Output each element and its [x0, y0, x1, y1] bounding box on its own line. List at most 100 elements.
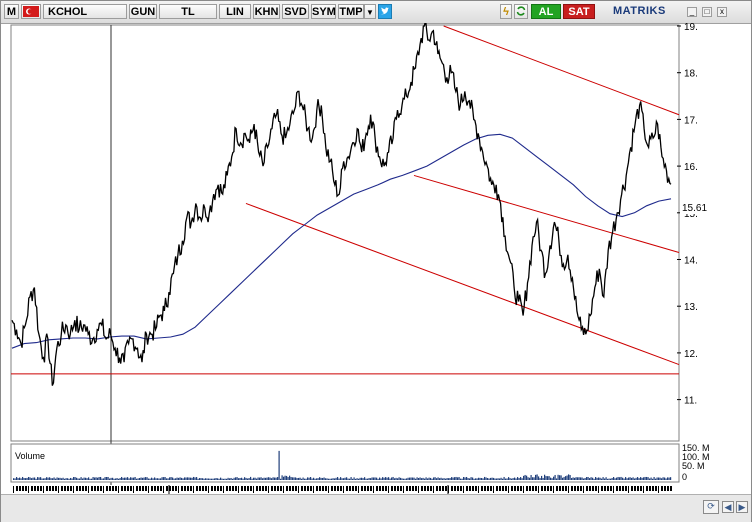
x-day-tick — [256, 486, 258, 491]
x-day-tick — [655, 486, 657, 491]
volume-bar — [610, 478, 612, 480]
refresh-icon[interactable] — [514, 4, 528, 19]
volume-bar — [227, 477, 229, 480]
volume-bar — [440, 477, 442, 480]
buy-button[interactable]: AL — [531, 4, 561, 19]
period-button[interactable]: GUN — [129, 4, 157, 19]
x-day-tick — [100, 486, 102, 491]
volume-bar — [103, 478, 105, 480]
volume-bar — [415, 478, 417, 480]
volume-bar — [367, 478, 369, 480]
sym-button[interactable]: SYM — [311, 4, 336, 19]
volume-bar — [376, 477, 378, 480]
svd-button[interactable]: SVD — [282, 4, 309, 19]
volume-bar — [596, 477, 598, 480]
dropdown-chevron-icon[interactable]: ▼ — [364, 4, 376, 19]
volume-bar — [553, 476, 555, 480]
bottom-bar: ⟳ ◀ ▶ — [1, 494, 751, 522]
volume-bar — [53, 477, 55, 480]
volume-bar — [485, 477, 487, 480]
volume-bar — [572, 477, 574, 480]
volume-bar — [175, 478, 177, 480]
volume-bar — [641, 477, 643, 480]
currency-button[interactable]: TL — [159, 4, 217, 19]
volume-bar — [634, 478, 636, 480]
x-day-tick — [433, 486, 434, 493]
symbol-text: KCHOL — [48, 6, 88, 18]
volume-bar — [314, 478, 316, 480]
minimize-button[interactable]: _ — [687, 7, 697, 17]
volume-bar — [137, 478, 139, 480]
volume-bar — [247, 478, 249, 480]
x-day-tick — [664, 486, 666, 491]
volume-bar — [304, 478, 306, 480]
price-chart[interactable]: 11.12.13.14.15.16.17.18.19. 15.61 Volume… — [1, 23, 751, 521]
x-day-tick — [76, 486, 78, 491]
volume-bar — [71, 478, 73, 480]
maximize-button[interactable]: □ — [702, 7, 712, 17]
volume-bar — [541, 475, 543, 480]
volume-bar — [416, 477, 418, 480]
volume-bar — [308, 477, 310, 480]
volume-bar — [160, 478, 162, 480]
x-day-tick — [274, 486, 276, 491]
lightning-icon[interactable]: ϟ — [500, 4, 512, 19]
volume-bar — [295, 477, 297, 480]
x-day-tick — [154, 486, 156, 491]
volume-bar — [67, 478, 69, 480]
volume-bar — [176, 477, 178, 480]
volume-bar — [370, 478, 372, 480]
symbol-field[interactable]: KCHOL — [43, 4, 127, 19]
volume-bar — [536, 474, 538, 480]
volume-bar — [475, 478, 477, 480]
volume-bar — [163, 477, 165, 480]
volume-bar — [589, 478, 591, 480]
scroll-right-icon[interactable]: ▶ — [736, 501, 748, 513]
twitter-icon[interactable] — [378, 4, 392, 19]
volume-bar — [143, 477, 145, 480]
flag-icon[interactable] — [21, 4, 41, 19]
x-day-tick — [373, 486, 374, 493]
x-day-tick — [217, 486, 219, 491]
x-day-tick — [232, 486, 234, 491]
x-day-tick — [400, 486, 402, 491]
tmp-button[interactable]: TMP — [338, 4, 364, 19]
scroll-left-icon[interactable]: ◀ — [722, 501, 734, 513]
x-day-tick — [508, 486, 509, 493]
x-day-tick — [559, 486, 561, 491]
x-day-tick — [367, 486, 369, 491]
sync-icon[interactable]: ⟳ — [703, 500, 719, 514]
x-day-tick — [595, 486, 597, 491]
volume-bar — [80, 477, 82, 480]
volume-bar — [649, 478, 651, 480]
x-day-tick — [127, 486, 129, 491]
x-day-tick — [457, 486, 459, 491]
close-button[interactable]: x — [717, 7, 727, 17]
scale-button[interactable]: LIN — [219, 4, 251, 19]
logo-button[interactable]: M — [4, 4, 19, 19]
chart-window: M KCHOL GUN TL LIN KHN SVD SYM TMP ▼ ϟ A… — [0, 0, 752, 522]
x-day-tick — [43, 486, 44, 493]
volume-bar — [386, 477, 388, 480]
volume-bar — [268, 477, 270, 480]
volume-bar — [605, 477, 607, 480]
volume-bar — [524, 474, 526, 480]
volume-bar — [391, 477, 393, 480]
volume-bar — [340, 477, 342, 480]
volume-bar — [478, 477, 480, 480]
volume-bar — [437, 477, 439, 480]
volume-bar — [661, 478, 663, 480]
x-day-tick — [340, 486, 342, 491]
sell-button[interactable]: SAT — [563, 4, 595, 19]
x-day-tick — [97, 486, 99, 491]
volume-bar — [107, 476, 109, 480]
volume-bar — [406, 478, 408, 480]
volume-bar — [670, 477, 672, 480]
volume-bar — [497, 478, 499, 480]
x-day-tick — [376, 486, 378, 491]
khn-button[interactable]: KHN — [253, 4, 280, 19]
x-day-tick — [13, 486, 14, 493]
volume-bar — [334, 478, 336, 480]
volume-bar — [424, 478, 426, 480]
volume-bar — [58, 477, 60, 480]
